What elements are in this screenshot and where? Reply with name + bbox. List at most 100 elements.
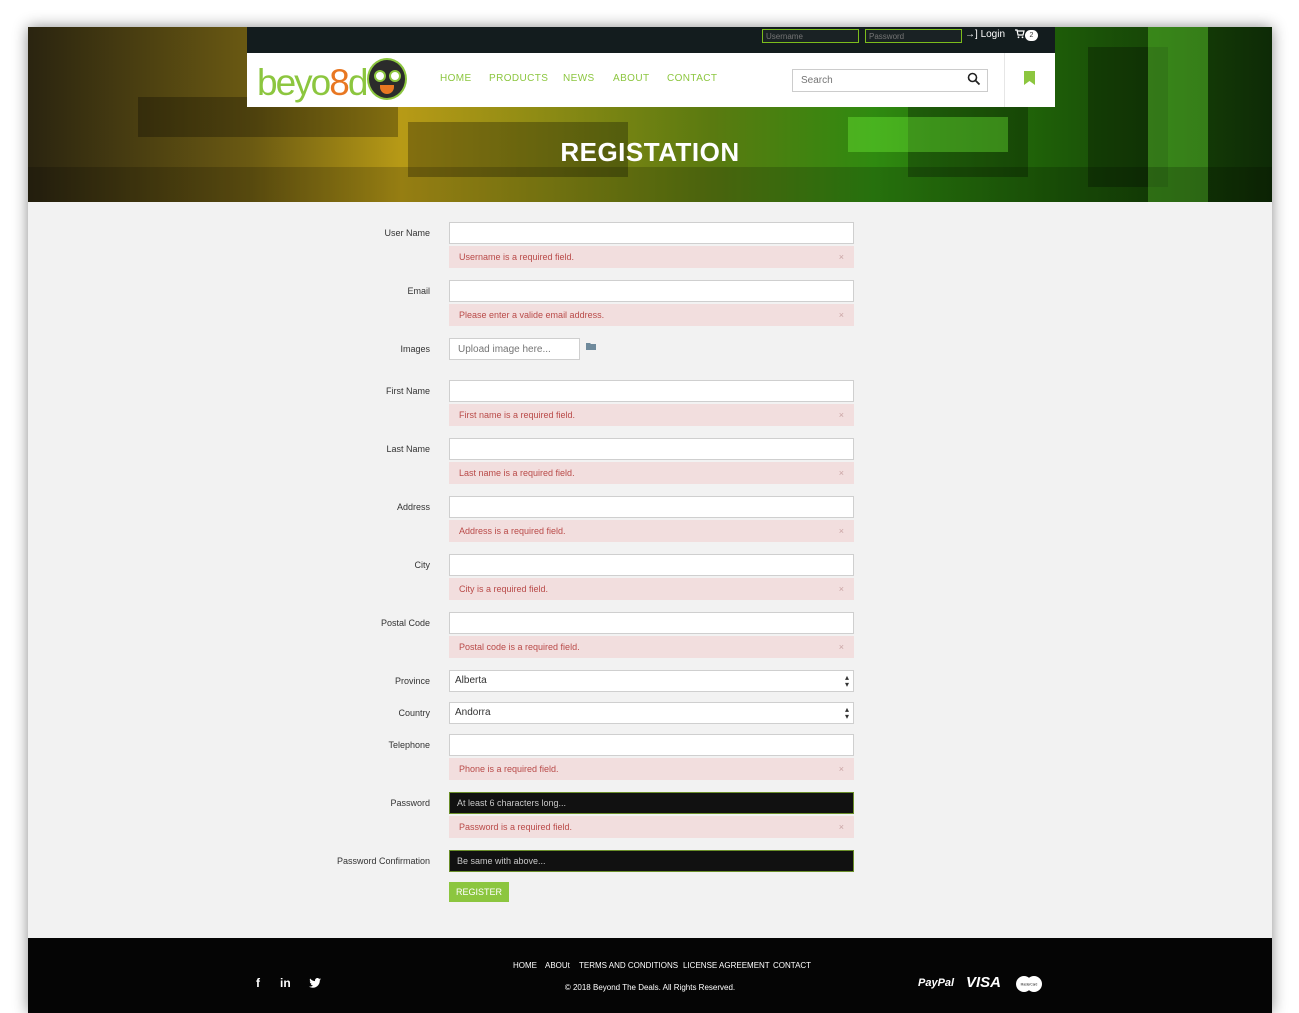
close-icon[interactable]: × <box>839 636 844 658</box>
address-input[interactable] <box>449 496 854 518</box>
error-text: Username is a required field. <box>459 252 575 262</box>
password-error: Password is a required field. × <box>449 816 854 838</box>
select-value: Alberta <box>455 675 487 686</box>
province-select[interactable]: Alberta ▴ ▾ <box>449 670 854 692</box>
error-text: First name is a required field. <box>459 410 576 420</box>
page-frame: →] Login 2 beyo8d HOME PRODUCTS NEWS AB <box>28 27 1272 1013</box>
copyright-text: © 2018 Beyond The Deals. All Rights Rese… <box>564 983 736 992</box>
select-value: Andorra <box>455 707 491 718</box>
close-icon[interactable]: × <box>839 462 844 484</box>
last-name-error: Last name is a required field. × <box>449 462 854 484</box>
first-name-error: First name is a required field. × <box>449 404 854 426</box>
nav-divider <box>1004 53 1005 107</box>
telephone-error: Phone is a required field. × <box>449 758 854 780</box>
footer-link-terms[interactable]: TERMS AND CONDITIONS <box>579 961 678 971</box>
brand-logo[interactable]: beyo8d <box>257 58 412 104</box>
username-label: User Name <box>384 228 430 238</box>
email-label: Email <box>407 286 430 296</box>
close-icon[interactable]: × <box>839 520 844 542</box>
select-arrows-icon: ▴ ▾ <box>844 673 849 689</box>
postal-code-label: Postal Code <box>380 618 430 628</box>
cart-count-badge: 2 <box>1025 30 1038 41</box>
visa-logo: VISA <box>966 974 1002 991</box>
country-label: Country <box>398 708 430 718</box>
error-text: Postal code is a required field. <box>459 642 580 652</box>
address-error: Address is a required field. × <box>449 520 854 542</box>
mastercard-logo: MasterCard <box>1016 976 1042 992</box>
password-input[interactable]: At least 6 characters long... <box>449 792 854 814</box>
error-text: Password is a required field. <box>459 822 573 832</box>
postal-code-error: Postal code is a required field. × <box>449 636 854 658</box>
sign-in-icon: →] <box>965 29 978 40</box>
close-icon[interactable]: × <box>839 246 844 268</box>
password-label: Password <box>390 798 430 808</box>
telephone-input[interactable] <box>449 734 854 756</box>
error-text: Address is a required field. <box>459 526 566 536</box>
password-confirmation-input[interactable]: Be same with above... <box>449 850 854 872</box>
telephone-label: Telephone <box>388 740 430 750</box>
error-text: Please enter a valide email address. <box>459 310 605 320</box>
close-icon[interactable]: × <box>839 758 844 780</box>
address-label: Address <box>396 502 430 512</box>
bookmark-icon[interactable] <box>1024 71 1035 85</box>
username-field[interactable] <box>762 29 859 43</box>
linkedin-icon[interactable]: in <box>280 976 291 990</box>
error-text: Last name is a required field. <box>459 468 575 478</box>
logo-wordmark: beyo8d <box>257 62 369 104</box>
page-title: REGISTATION <box>560 137 740 167</box>
footer-link-license[interactable]: LICENSE AGREEMENT <box>683 961 770 971</box>
twitter-icon[interactable] <box>309 978 321 988</box>
email-input[interactable] <box>449 280 854 302</box>
close-icon[interactable]: × <box>839 816 844 838</box>
city-error: City is a required field. × <box>449 578 854 600</box>
register-button[interactable]: REGISTER <box>449 882 509 902</box>
username-error: Username is a required field. × <box>449 246 854 268</box>
select-arrows-icon: ▴ ▾ <box>844 705 849 721</box>
nav-news[interactable]: NEWS <box>563 73 595 85</box>
country-select[interactable]: Andorra ▴ ▾ <box>449 702 854 724</box>
footer-link-about[interactable]: ABOUt <box>545 961 570 971</box>
email-error: Please enter a valide email address. × <box>449 304 854 326</box>
folder-icon[interactable] <box>586 342 596 350</box>
top-bar: →] Login 2 <box>247 27 1055 53</box>
city-label: City <box>414 560 431 570</box>
footer-link-contact[interactable]: CONTACT <box>773 961 811 971</box>
main-navbar: beyo8d HOME PRODUCTS NEWS ABOUT CONTACT <box>247 53 1055 107</box>
top-password-field[interactable] <box>865 29 962 43</box>
province-label: Province <box>394 676 430 686</box>
error-text: City is a required field. <box>459 584 549 594</box>
city-input[interactable] <box>449 554 854 576</box>
postal-code-input[interactable] <box>449 612 854 634</box>
password-confirmation-label: Password Confirmation <box>336 856 430 866</box>
nav-contact[interactable]: CONTACT <box>667 73 717 85</box>
facebook-icon[interactable]: f <box>256 976 260 990</box>
paypal-logo: PayPal <box>918 977 955 989</box>
last-name-input[interactable] <box>449 438 854 460</box>
nav-home[interactable]: HOME <box>440 73 472 85</box>
last-name-label: Last Name <box>386 444 430 454</box>
search-icon[interactable] <box>967 72 981 86</box>
close-icon[interactable]: × <box>839 578 844 600</box>
error-text: Phone is a required field. <box>459 764 559 774</box>
first-name-input[interactable] <box>449 380 854 402</box>
logo-part: d <box>347 62 369 103</box>
nav-about[interactable]: ABOUT <box>613 73 649 85</box>
mascot-icon <box>367 58 407 100</box>
footer: HOME ABOUt TERMS AND CONDITIONS LICENSE … <box>28 938 1272 1013</box>
image-upload-input[interactable] <box>449 338 580 360</box>
username-input[interactable] <box>449 222 854 244</box>
logo-part: 8 <box>329 62 350 103</box>
close-icon[interactable]: × <box>839 304 844 326</box>
nav-products[interactable]: PRODUCTS <box>489 73 548 85</box>
search-input[interactable] <box>792 69 988 92</box>
login-link[interactable]: →] Login <box>965 29 1005 41</box>
images-label: Images <box>400 344 430 354</box>
shopping-cart-icon[interactable] <box>1015 29 1025 39</box>
hero-banner: →] Login 2 beyo8d HOME PRODUCTS NEWS AB <box>28 27 1272 202</box>
logo-part: beyo <box>257 62 331 103</box>
close-icon[interactable]: × <box>839 404 844 426</box>
first-name-label: First Name <box>385 386 430 396</box>
login-label: Login <box>980 29 1006 40</box>
footer-link-home[interactable]: HOME <box>513 961 537 971</box>
mastercard-label: MasterCard <box>1021 983 1038 987</box>
